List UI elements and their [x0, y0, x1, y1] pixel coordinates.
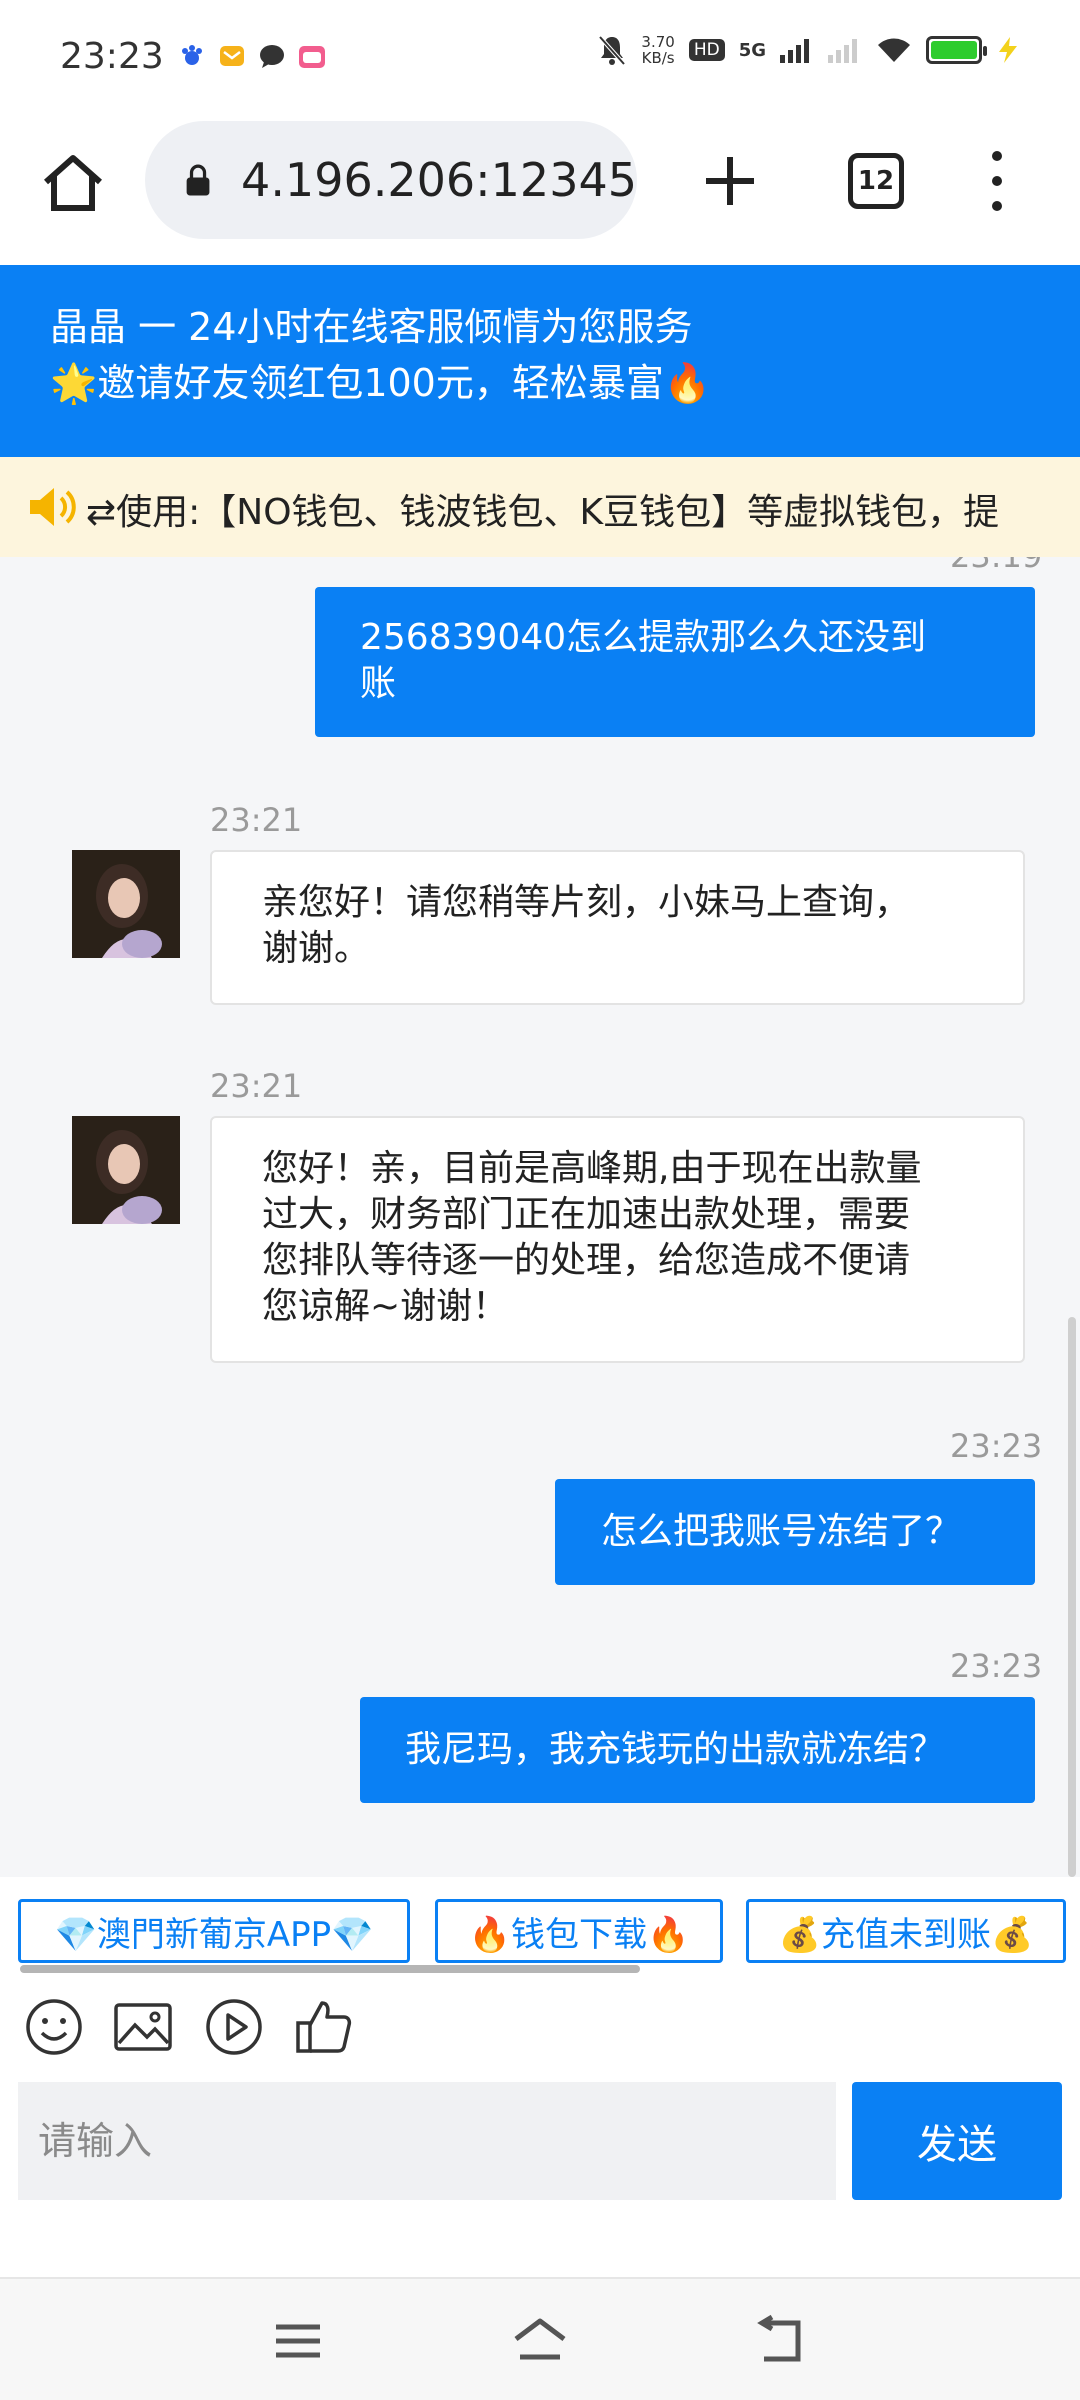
agent-avatar-image [72, 850, 180, 958]
chat-header-title: 晶晶 一 24小时在线客服倾情为您服务 [50, 305, 693, 349]
message-timestamp: 23:21 [210, 801, 303, 839]
chat-messages-area[interactable]: 23:19 256839040怎么提款那么久还没到 账 23:21 亲您好！请您… [0, 557, 1080, 1877]
new-tab-icon[interactable] [700, 151, 760, 211]
image-icon[interactable] [113, 1997, 173, 2057]
network-speed: 3.70 KB/s [641, 34, 674, 66]
browser-toolbar: 4.196.206:12345 12 [0, 115, 1080, 265]
message-text-line: 亲您好！请您稍等片刻，小妹马上查询， [262, 882, 911, 923]
message-text-line: 账 [360, 663, 397, 704]
system-nav-bar [0, 2277, 1080, 2400]
battery-icon [926, 36, 987, 64]
message-timestamp: 23:23 [950, 1427, 1043, 1465]
nav-home-icon[interactable] [510, 2311, 570, 2371]
menu-icon[interactable] [268, 2311, 328, 2371]
wifi-icon [878, 38, 910, 62]
thumbs-up-icon[interactable] [294, 1997, 354, 2057]
lock-icon [186, 164, 210, 196]
incoming-message-bubble: 亲您好！请您稍等片刻，小妹马上查询， 谢谢。 [210, 850, 1025, 1005]
message-text-line: 您排队等待逐一的处理，给您造成不便请 [262, 1240, 911, 1281]
agent-avatar [72, 850, 180, 958]
agent-avatar [72, 1116, 180, 1224]
hd-badge: HD [688, 39, 725, 61]
chat-header: 晶晶 一 24小时在线客服倾情为您服务 🌟邀请好友领红包100元，轻松暴富🔥 [0, 265, 1080, 457]
video-icon[interactable] [204, 1997, 264, 2057]
signal-empty-icon [828, 39, 857, 63]
status-right-icons: 3.70 KB/s HD 5G [597, 34, 1020, 66]
back-icon[interactable] [752, 2311, 812, 2371]
send-button[interactable]: 发送 [852, 2082, 1062, 2200]
quick-reply-scrollbar[interactable] [20, 1965, 640, 1973]
agent-avatar-image [72, 1116, 180, 1224]
quick-reply-wallet-download[interactable]: 🔥钱包下载🔥 [435, 1899, 723, 1963]
message-timestamp: 23:19 [950, 557, 1042, 575]
mail-app-icon [220, 46, 244, 66]
signal-icon [780, 39, 809, 63]
composer: 发送 [0, 2082, 1080, 2277]
message-text-line: 我尼玛，我充钱玩的出款就冻结？ [405, 1729, 946, 1770]
address-bar[interactable]: 4.196.206:12345 [145, 121, 637, 239]
message-text-line: 您谅解~谢谢！ [262, 1286, 509, 1327]
message-timestamp: 23:21 [210, 1067, 303, 1105]
message-timestamp: 23:23 [950, 1647, 1043, 1685]
message-text-line: 过大，财务部门正在加速出款处理，需要 [262, 1194, 911, 1235]
chat-scrollbar[interactable] [1068, 1317, 1076, 1877]
emoji-icon[interactable] [24, 1997, 84, 2057]
message-text-line: 256839040怎么提款那么久还没到 [360, 617, 927, 658]
url-text[interactable]: 4.196.206:12345 [241, 153, 637, 207]
outgoing-message-bubble: 我尼玛，我充钱玩的出款就冻结？ [360, 1697, 1035, 1803]
more-menu-icon[interactable] [985, 151, 1009, 211]
network-type: 5G [738, 39, 766, 61]
message-input[interactable] [18, 2082, 836, 2200]
notice-marquee: ⇄使用:【NO钱包、钱波钱包、K豆钱包】等虚拟钱包，提 [0, 457, 1080, 557]
net-speed-unit: KB/s [641, 49, 675, 67]
tab-switcher-button[interactable]: 12 [848, 153, 904, 209]
outgoing-message-bubble: 256839040怎么提款那么久还没到 账 [315, 587, 1035, 737]
chat-app-icon [260, 45, 284, 68]
notice-text: ⇄使用:【NO钱包、钱波钱包、K豆钱包】等虚拟钱包，提 [86, 492, 1000, 533]
status-notification-icons [178, 42, 326, 70]
quick-reply-deposit-not-received[interactable]: 💰充值未到账💰 [746, 1899, 1066, 1963]
message-text-line: 谢谢。 [262, 928, 371, 969]
message-text-line: 怎么把我账号冻结了？ [601, 1511, 962, 1552]
status-bar: 23:23 3.70 KB/s HD 5G [0, 0, 1080, 115]
baidu-app-icon [182, 45, 202, 65]
quick-reply-bar: 💎澳門新葡京APP💎 🔥钱包下载🔥 💰充值未到账💰 [0, 1877, 1080, 1977]
message-text-line: 您好！亲，目前是高峰期,由于现在出款量 [262, 1148, 922, 1189]
speaker-icon [30, 488, 76, 526]
net-speed-value: 3.70 [641, 33, 675, 51]
mute-bell-icon [598, 35, 626, 66]
incoming-message-bubble: 您好！亲，目前是高峰期,由于现在出款量 过大，财务部门正在加速出款处理，需要 您… [210, 1116, 1025, 1363]
charging-icon [999, 37, 1017, 63]
home-icon[interactable] [40, 150, 106, 216]
status-time: 23:23 [60, 36, 164, 77]
composer-tools [0, 1977, 1080, 2082]
outgoing-message-bubble: 怎么把我账号冻结了？ [555, 1479, 1035, 1585]
chat-header-promo: 🌟邀请好友领红包100元，轻松暴富🔥 [50, 361, 712, 405]
bilibili-app-icon [299, 46, 325, 68]
quick-reply-macau-app[interactable]: 💎澳門新葡京APP💎 [18, 1899, 410, 1963]
